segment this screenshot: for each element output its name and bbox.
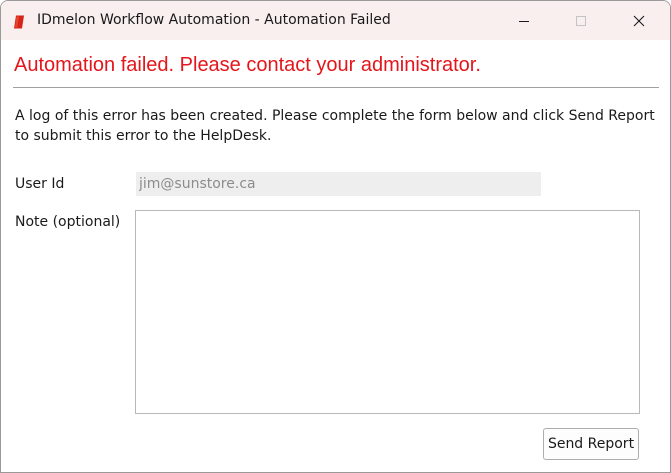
minimize-icon	[519, 21, 529, 22]
user-id-label: User Id	[15, 176, 65, 192]
window-title: IDmelon Workflow Automation - Automation…	[37, 12, 391, 28]
error-description: A log of this error has been created. Pl…	[15, 108, 655, 144]
idmelon-app-icon	[13, 14, 25, 29]
maximize-icon	[576, 16, 586, 26]
report-error-window: IDmelon Workflow Automation - Automation…	[0, 0, 671, 473]
header-divider	[13, 87, 659, 88]
close-icon	[633, 15, 645, 27]
close-button[interactable]	[616, 1, 662, 40]
user-id-field[interactable]	[136, 172, 541, 196]
minimize-button[interactable]	[501, 1, 547, 40]
note-field[interactable]	[135, 210, 640, 414]
note-label: Note (optional)	[15, 214, 121, 230]
maximize-button	[558, 1, 604, 40]
title-bar[interactable]: IDmelon Workflow Automation - Automation…	[1, 1, 670, 40]
send-report-button[interactable]: Send Report	[543, 428, 639, 460]
error-headline: Automation failed. Please contact your a…	[14, 54, 481, 76]
